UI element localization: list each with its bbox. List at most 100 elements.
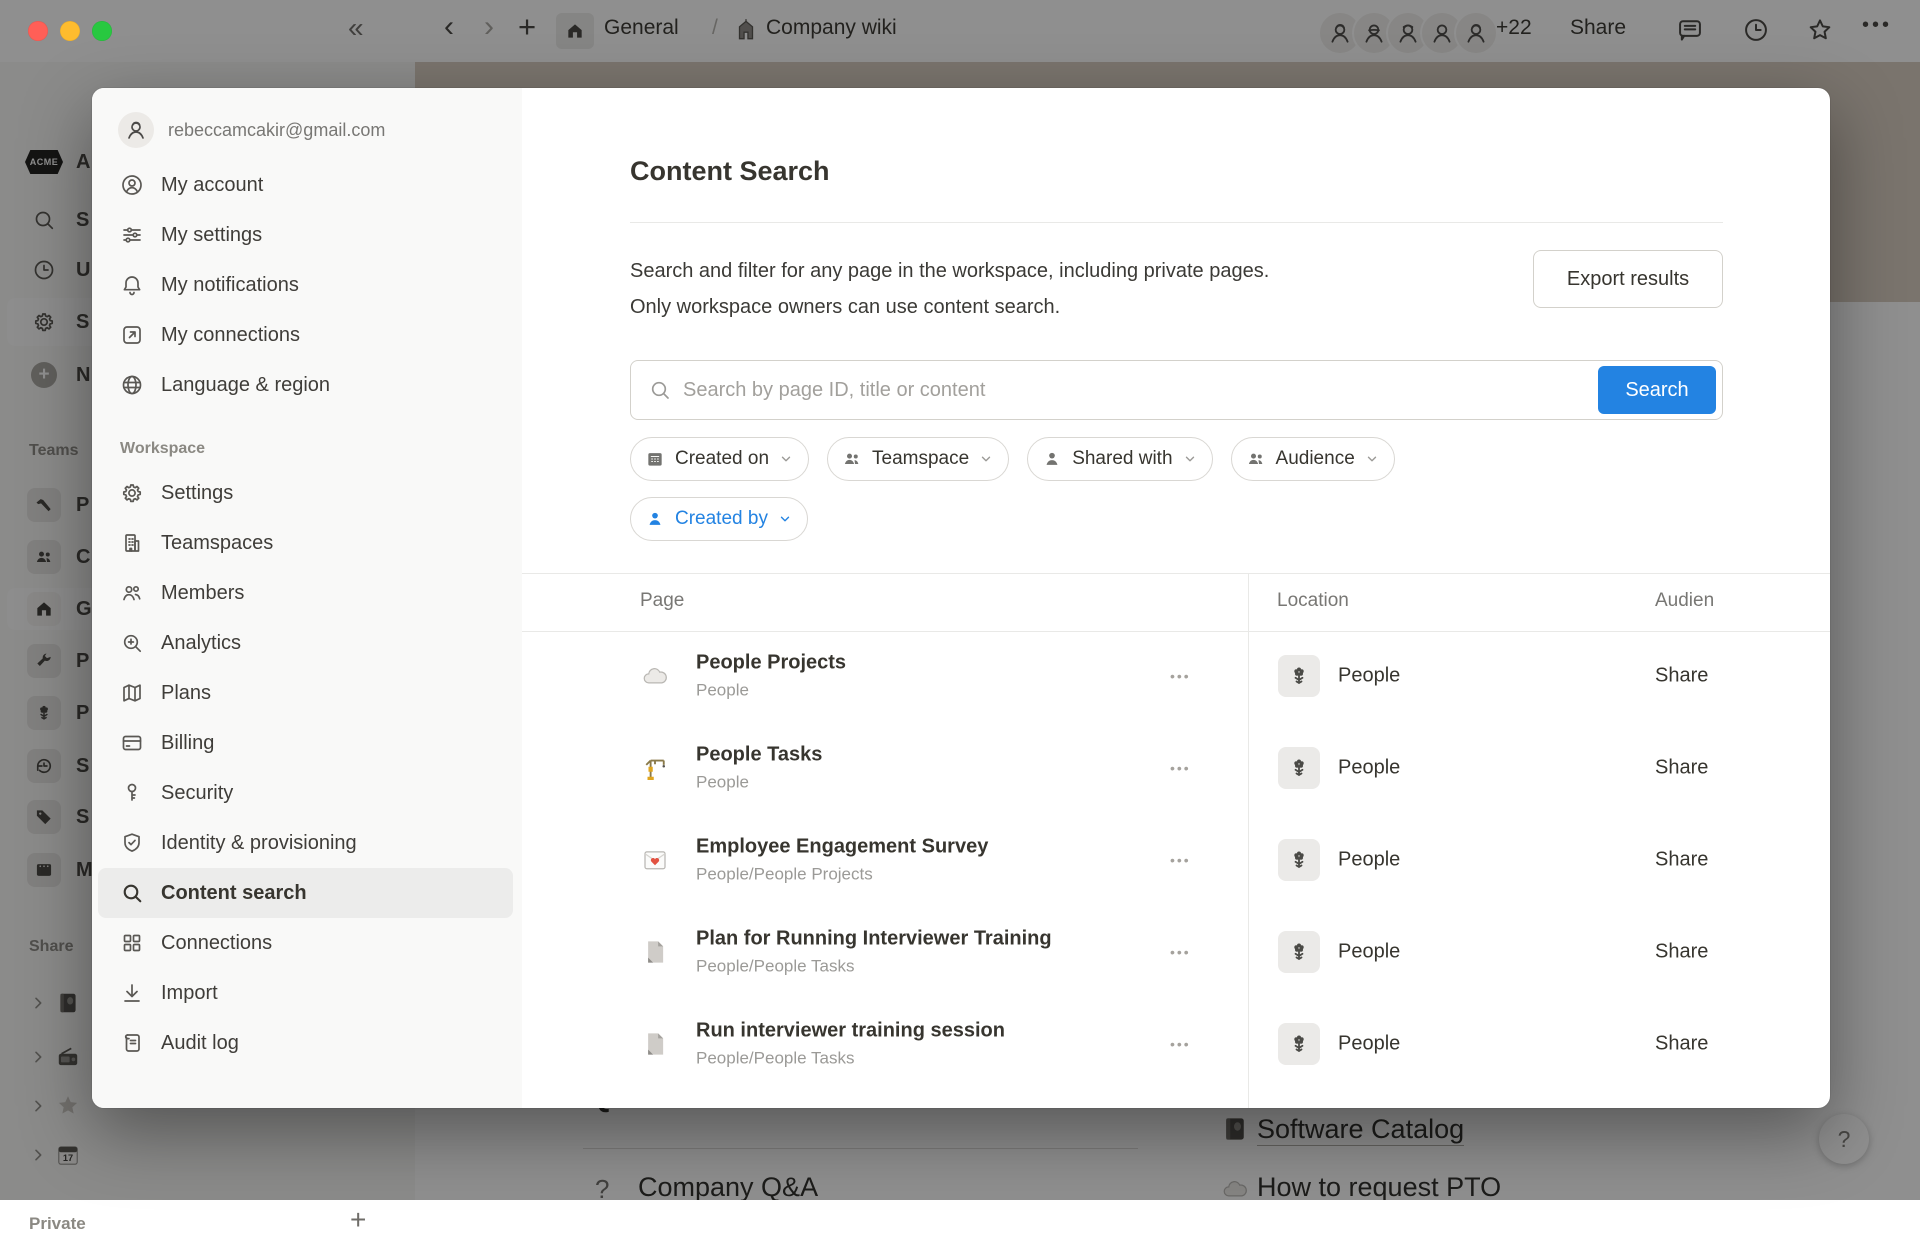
nav-item-security[interactable]: Security xyxy=(92,768,522,818)
people-icon xyxy=(842,449,862,469)
table-row[interactable]: Run interviewer training session People/P… xyxy=(522,998,1830,1090)
active-filter-row: Created by xyxy=(630,497,808,541)
building-icon xyxy=(120,531,144,555)
nav-item-language-region[interactable]: Language & region xyxy=(92,360,522,410)
scroll-icon xyxy=(120,1031,144,1055)
page-title-link[interactable]: Plan for Running Interviewer Training xyxy=(696,928,1052,950)
title-divider xyxy=(630,222,1723,223)
search-icon xyxy=(120,881,144,905)
page-title-link[interactable]: People Projects xyxy=(696,652,846,674)
location-name[interactable]: People xyxy=(1338,757,1400,780)
page-title: Content Search xyxy=(630,156,830,187)
person-icon xyxy=(1042,449,1062,469)
map-icon xyxy=(120,681,144,705)
location-name[interactable]: People xyxy=(1338,941,1400,964)
chevron-down-icon xyxy=(778,512,792,526)
export-results-button[interactable]: Export results xyxy=(1533,250,1723,308)
chevron-down-icon xyxy=(979,452,993,466)
crane-icon xyxy=(640,753,670,783)
row-menu-icon[interactable]: ••• xyxy=(1170,668,1191,684)
row-menu-icon[interactable]: ••• xyxy=(1170,1036,1191,1052)
teamspace-flower-icon xyxy=(1278,839,1320,881)
filter-shared-with[interactable]: Shared with xyxy=(1027,437,1212,481)
table-header: Page Location Audien xyxy=(522,573,1830,632)
teamspace-flower-icon xyxy=(1278,931,1320,973)
column-header-location: Location xyxy=(1277,590,1349,612)
workspace-section-label: Workspace xyxy=(120,440,522,458)
settings-modal: rebeccamcakir@gmail.com My account My se… xyxy=(92,88,1830,1108)
nav-item-my-settings[interactable]: My settings xyxy=(92,210,522,260)
arrow-up-right-square-icon xyxy=(120,323,144,347)
results-table: People Projects People ••• People Share P… xyxy=(522,630,1830,1090)
magnifier-plus-icon xyxy=(120,631,144,655)
bell-icon xyxy=(120,273,144,297)
page-path: People xyxy=(696,773,822,793)
filter-created-on[interactable]: Created on xyxy=(630,437,809,481)
filter-created-by[interactable]: Created by xyxy=(630,497,808,541)
page-icon xyxy=(640,1029,670,1059)
audience-value: Share xyxy=(1655,1033,1708,1056)
close-window-button[interactable] xyxy=(28,21,48,41)
key-icon xyxy=(120,781,144,805)
page-title-link[interactable]: Employee Engagement Survey xyxy=(696,836,988,858)
nav-item-billing[interactable]: Billing xyxy=(92,718,522,768)
user-avatar xyxy=(118,112,154,148)
private-section-label: Private xyxy=(29,1214,86,1234)
audience-value: Share xyxy=(1655,665,1708,688)
table-row[interactable]: Plan for Running Interviewer Training Peo… xyxy=(522,906,1830,998)
location-name[interactable]: People xyxy=(1338,849,1400,872)
column-header-audience: Audien xyxy=(1655,590,1714,612)
content-search-panel: Content Search Search and filter for any… xyxy=(522,88,1830,1108)
zoom-window-button[interactable] xyxy=(92,21,112,41)
filter-teamspace[interactable]: Teamspace xyxy=(827,437,1009,481)
teamspace-flower-icon xyxy=(1278,655,1320,697)
page-path: People/People Tasks xyxy=(696,1049,1005,1069)
grid-icon xyxy=(120,931,144,955)
location-name[interactable]: People xyxy=(1338,1033,1400,1056)
page-title-link[interactable]: People Tasks xyxy=(696,744,822,766)
teamspace-flower-icon xyxy=(1278,747,1320,789)
chevron-down-icon xyxy=(1183,452,1197,466)
nav-item-settings[interactable]: Settings xyxy=(92,468,522,518)
nav-item-audit-log[interactable]: Audit log xyxy=(92,1018,522,1068)
search-icon xyxy=(648,378,672,402)
audience-value: Share xyxy=(1655,849,1708,872)
row-menu-icon[interactable]: ••• xyxy=(1170,760,1191,776)
table-row[interactable]: People Tasks People ••• People Share xyxy=(522,722,1830,814)
sliders-icon xyxy=(120,223,144,247)
nav-item-my-connections[interactable]: My connections xyxy=(92,310,522,360)
nav-item-members[interactable]: Members xyxy=(92,568,522,618)
search-button[interactable]: Search xyxy=(1598,366,1716,414)
row-menu-icon[interactable]: ••• xyxy=(1170,944,1191,960)
nav-item-analytics[interactable]: Analytics xyxy=(92,618,522,668)
table-row[interactable]: People ProjectsPeople ••• People Share xyxy=(522,630,1830,722)
person-circle-icon xyxy=(120,173,144,197)
nav-item-import[interactable]: Import xyxy=(92,968,522,1018)
page-title-link[interactable]: Run interviewer training session xyxy=(696,1020,1005,1042)
search-input[interactable] xyxy=(681,362,1582,418)
people-icon xyxy=(1246,449,1266,469)
page-icon xyxy=(640,937,670,967)
nav-item-connections[interactable]: Connections xyxy=(92,918,522,968)
window-controls xyxy=(28,21,112,41)
filter-audience[interactable]: Audience xyxy=(1231,437,1395,481)
heart-letter-icon xyxy=(640,845,670,875)
teamspace-flower-icon xyxy=(1278,1023,1320,1065)
nav-item-my-notifications[interactable]: My notifications xyxy=(92,260,522,310)
table-row[interactable]: Employee Engagement SurveyPeople/People … xyxy=(522,814,1830,906)
minimize-window-button[interactable] xyxy=(60,21,80,41)
settings-nav: rebeccamcakir@gmail.com My account My se… xyxy=(92,88,522,1108)
nav-item-teamspaces[interactable]: Teamspaces xyxy=(92,518,522,568)
row-menu-icon[interactable]: ••• xyxy=(1170,852,1191,868)
nav-item-identity-provisioning[interactable]: Identity & provisioning xyxy=(92,818,522,868)
nav-item-content-search[interactable]: Content search xyxy=(98,868,513,918)
nav-item-my-account[interactable]: My account xyxy=(92,160,522,210)
audience-value: Share xyxy=(1655,757,1708,780)
chevron-down-icon xyxy=(1365,452,1379,466)
account-email: rebeccamcakir@gmail.com xyxy=(168,120,385,141)
location-name[interactable]: People xyxy=(1338,665,1400,688)
nav-item-plans[interactable]: Plans xyxy=(92,668,522,718)
calendar-icon xyxy=(645,449,665,469)
private-add-button[interactable]: + xyxy=(350,1204,366,1236)
gear-icon xyxy=(120,481,144,505)
